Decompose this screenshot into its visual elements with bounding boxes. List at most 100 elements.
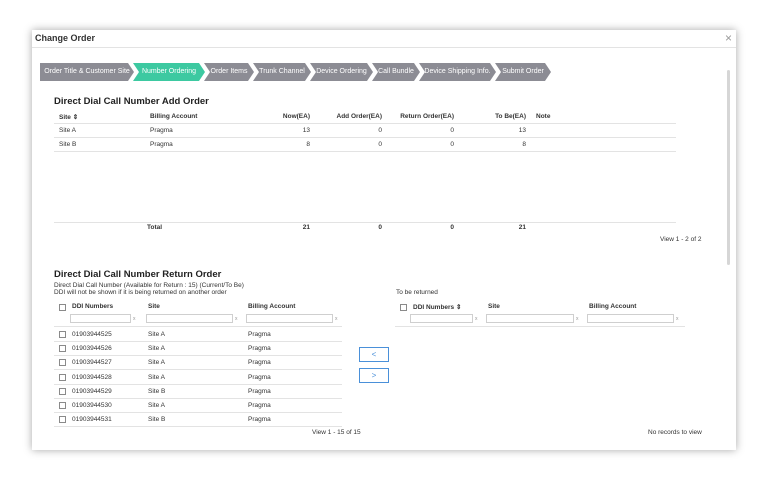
- step-call-bundle[interactable]: Call Bundle: [372, 63, 420, 81]
- row-billing: Pragma: [248, 359, 271, 366]
- step-order-title[interactable]: Order Title & Customer Site: [40, 63, 134, 81]
- row-billing: Pragma: [248, 388, 271, 395]
- total-add: 0: [378, 224, 382, 231]
- clear-filter-icon[interactable]: x: [576, 316, 579, 322]
- move-left-button[interactable]: <: [359, 347, 389, 362]
- divider: [54, 369, 342, 370]
- ddi-filter-input[interactable]: [70, 314, 131, 323]
- row-checkbox[interactable]: [59, 402, 66, 409]
- billing-filter-input[interactable]: [246, 314, 333, 323]
- row-site: Site A: [148, 331, 165, 338]
- divider: [54, 341, 342, 342]
- row-billing: Pragma: [150, 127, 173, 134]
- right-pager: No records to view: [648, 429, 702, 436]
- divider: [54, 412, 342, 413]
- row-checkbox[interactable]: [59, 359, 66, 366]
- row-site: Site B: [148, 416, 166, 423]
- col-billing-account: Billing Account: [150, 113, 198, 120]
- clear-filter-icon[interactable]: x: [235, 316, 238, 322]
- row-checkbox[interactable]: [59, 388, 66, 395]
- col-add-order: Add Order(EA): [336, 113, 383, 120]
- total-now: 21: [302, 224, 310, 231]
- ddi-number: 01903944529: [72, 388, 112, 395]
- clear-filter-icon[interactable]: x: [475, 316, 478, 322]
- return-desc-1: Direct Dial Call Number (Available for R…: [54, 282, 244, 289]
- col-ddi-numbers[interactable]: DDI Numbers: [72, 303, 113, 310]
- step-trunk-channel[interactable]: Trunk Channel: [253, 63, 311, 81]
- dialog-header: Change Order ×: [32, 30, 736, 48]
- row-tobe: 8: [522, 141, 526, 148]
- ddi-number: 01903944531: [72, 416, 112, 423]
- col-now: Now(EA): [282, 113, 310, 120]
- left-pager: View 1 - 15 of 15: [312, 429, 361, 436]
- site-filter-input[interactable]: [146, 314, 233, 323]
- step-number-ordering[interactable]: Number Ordering: [133, 63, 205, 81]
- clear-filter-icon[interactable]: x: [335, 316, 338, 322]
- divider: [54, 137, 676, 138]
- ddi-number: 01903944527: [72, 359, 112, 366]
- return-desc-2: DDI will not be shown if it is being ret…: [54, 289, 227, 296]
- divider: [395, 326, 685, 327]
- step-order-items[interactable]: Order Items: [204, 63, 254, 81]
- row-return: 0: [450, 141, 454, 148]
- ddi-number: 01903944525: [72, 331, 112, 338]
- ddi-number: 01903944530: [72, 402, 112, 409]
- ddi-filter-input[interactable]: [410, 314, 473, 323]
- add-order-title: Direct Dial Call Number Add Order: [54, 96, 209, 107]
- col-site: Site: [148, 303, 160, 310]
- row-site: Site A: [59, 127, 76, 134]
- site-filter-input[interactable]: [486, 314, 574, 323]
- move-right-button[interactable]: >: [359, 368, 389, 383]
- row-billing: Pragma: [150, 141, 173, 148]
- step-device-ordering[interactable]: Device Ordering: [310, 63, 373, 81]
- row-site: Site A: [148, 359, 165, 366]
- return-order-title: Direct Dial Call Number Return Order: [54, 269, 222, 280]
- billing-filter-input[interactable]: [587, 314, 674, 323]
- total-label: Total: [147, 224, 163, 231]
- row-billing: Pragma: [248, 402, 271, 409]
- row-return: 0: [450, 127, 454, 134]
- step-submit-order[interactable]: Submit Order: [495, 63, 551, 81]
- col-site: Site: [488, 303, 500, 310]
- row-site: Site A: [148, 402, 165, 409]
- col-ddi-numbers[interactable]: DDI Numbers ⇕: [413, 303, 461, 311]
- divider: [54, 326, 342, 327]
- row-checkbox[interactable]: [59, 416, 66, 423]
- row-billing: Pragma: [248, 374, 271, 381]
- row-now: 13: [302, 127, 310, 134]
- change-order-dialog: Change Order × Order Title & Customer Si…: [32, 30, 736, 450]
- row-checkbox[interactable]: [59, 345, 66, 352]
- ddi-number: 01903944528: [72, 374, 112, 381]
- col-site[interactable]: Site ⇕: [59, 113, 78, 121]
- clear-filter-icon[interactable]: x: [133, 316, 136, 322]
- select-all-checkbox[interactable]: [59, 304, 66, 311]
- col-billing-account: Billing Account: [589, 303, 637, 310]
- total-return: 0: [450, 224, 454, 231]
- col-note: Note: [536, 113, 551, 120]
- divider: [54, 384, 342, 385]
- row-checkbox[interactable]: [59, 374, 66, 381]
- col-billing-account: Billing Account: [248, 303, 296, 310]
- dialog-scrollbar[interactable]: [727, 70, 730, 265]
- row-site: Site A: [148, 374, 165, 381]
- clear-filter-icon[interactable]: x: [676, 316, 679, 322]
- row-now: 8: [306, 141, 310, 148]
- divider: [54, 398, 342, 399]
- add-order-pager: View 1 - 2 of 2: [660, 236, 702, 243]
- step-device-shipping[interactable]: Device Shipping Info.: [419, 63, 496, 81]
- divider: [54, 151, 676, 152]
- ddi-number: 01903944526: [72, 345, 112, 352]
- divider: [54, 355, 342, 356]
- row-site: Site B: [148, 388, 166, 395]
- select-all-checkbox[interactable]: [400, 304, 407, 311]
- total-tobe: 21: [518, 224, 526, 231]
- divider: [54, 123, 676, 124]
- wizard-steps: Order Title & Customer Site Number Order…: [40, 63, 550, 81]
- divider: [54, 426, 342, 427]
- close-icon[interactable]: ×: [725, 31, 732, 45]
- row-checkbox[interactable]: [59, 331, 66, 338]
- row-tobe: 13: [518, 127, 526, 134]
- row-billing: Pragma: [248, 331, 271, 338]
- row-billing: Pragma: [248, 345, 271, 352]
- row-site: Site A: [148, 345, 165, 352]
